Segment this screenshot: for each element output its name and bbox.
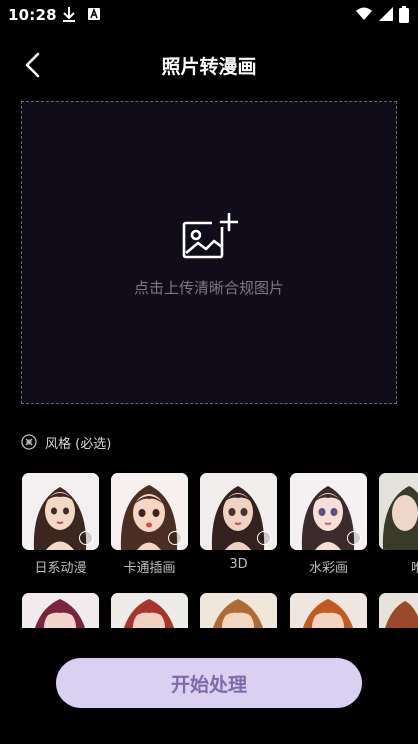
style-card-watercolor[interactable]: 水彩画	[290, 473, 367, 576]
style-icon	[21, 434, 37, 450]
app-bar: 照片转漫画	[0, 40, 418, 88]
upload-area[interactable]: 点击上传清晰合规图片	[21, 101, 397, 404]
status-bar: 10:28	[0, 0, 418, 30]
style-thumbnail	[22, 593, 99, 628]
wifi-icon	[356, 7, 372, 20]
style-radio[interactable]	[168, 531, 182, 545]
page-title: 照片转漫画	[161, 56, 257, 78]
style-card-row2-3[interactable]	[200, 593, 277, 628]
style-card-3d[interactable]: 3D	[200, 473, 277, 572]
battery-icon	[399, 6, 409, 23]
style-section-label: 风格 (必选)	[45, 436, 112, 452]
style-thumbnail	[200, 473, 277, 550]
style-label: 唯	[410, 561, 418, 576]
style-label: 3D	[229, 557, 248, 572]
upload-hint: 点击上传清晰合规图片	[133, 279, 284, 297]
style-section-header: 风格 (必选)	[21, 432, 111, 452]
style-thumbnail	[111, 593, 188, 628]
style-card-anime[interactable]: 日系动漫	[22, 473, 99, 576]
style-card-row2-2[interactable]	[111, 593, 188, 628]
style-card-5[interactable]: 唯	[379, 473, 418, 576]
style-thumbnail	[379, 473, 418, 550]
style-cards: 日系动漫 卡通插画 3D 水彩画 唯	[22, 473, 418, 628]
signal-icon	[379, 7, 393, 21]
add-image-icon	[182, 213, 238, 259]
style-thumbnail	[111, 473, 188, 550]
style-radio[interactable]	[79, 531, 93, 545]
a-app-icon	[88, 7, 100, 20]
style-radio[interactable]	[347, 531, 361, 545]
style-card-row2-5[interactable]	[379, 593, 418, 628]
style-thumbnail	[290, 473, 367, 550]
status-time: 10:28	[8, 6, 57, 24]
style-label: 水彩画	[308, 561, 348, 576]
download-icon	[63, 7, 75, 22]
style-thumbnail	[200, 593, 277, 628]
style-card-cartoon[interactable]: 卡通插画	[111, 473, 188, 576]
style-card-row2-1[interactable]	[22, 593, 99, 628]
style-card-row2-4[interactable]	[290, 593, 367, 628]
start-processing-button[interactable]: 开始处理	[56, 658, 362, 708]
style-thumbnail	[290, 593, 367, 628]
style-label: 日系动漫	[34, 561, 87, 576]
style-label: 卡通插画	[123, 561, 176, 576]
style-radio[interactable]	[257, 531, 271, 545]
style-thumbnail	[379, 593, 418, 628]
style-thumbnail	[22, 473, 99, 550]
